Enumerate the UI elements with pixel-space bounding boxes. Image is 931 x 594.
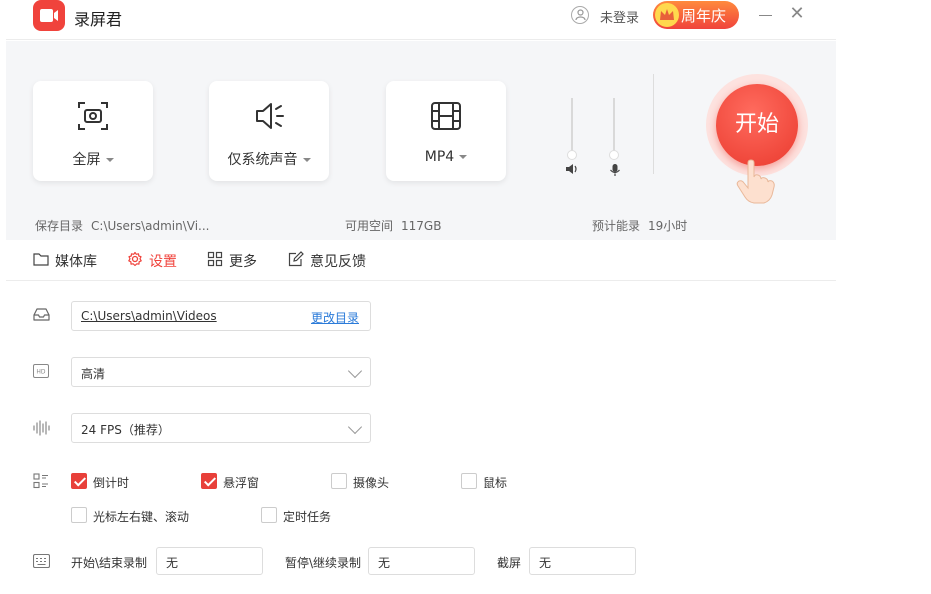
change-directory-link[interactable]: 更改目录 xyxy=(311,309,359,326)
anniversary-label: 周年庆 xyxy=(681,7,727,25)
microphone-icon xyxy=(610,164,620,176)
fps-value: 24 FPS（推荐） xyxy=(81,423,170,437)
panel-divider xyxy=(653,74,654,174)
save-dir-value: C:\Users\admin\Vi... xyxy=(91,219,210,233)
capture-area-label: 全屏 xyxy=(72,152,101,168)
checkbox-box[interactable] xyxy=(71,507,87,523)
chevron-down-icon xyxy=(302,158,311,162)
control-panel: 全屏 仅系统声音 MP4 开始 保存目录 C:\Users\admin\Vi..… xyxy=(6,41,836,240)
grid-icon xyxy=(207,251,223,267)
option-label: 光标左右键、滚动 xyxy=(93,510,190,524)
tab-label: 意见反馈 xyxy=(310,254,366,270)
hotkey-start-stop-input[interactable]: 无 xyxy=(156,547,263,575)
option-label: 悬浮窗 xyxy=(223,476,260,490)
login-status-label[interactable]: 未登录 xyxy=(600,7,639,26)
hd-icon: HD xyxy=(33,364,49,378)
quality-select[interactable]: 高清 xyxy=(71,357,371,387)
app-title: 录屏君 xyxy=(74,10,123,29)
title-bar: 录屏君 未登录 周年庆 ✕ xyxy=(6,0,836,40)
checkbox-box[interactable] xyxy=(331,473,347,489)
checkbox-box[interactable] xyxy=(261,507,277,523)
format-label: MP4 xyxy=(424,149,455,165)
hotkey-pause-resume-input[interactable]: 无 xyxy=(368,547,475,575)
microphone-volume-slider[interactable] xyxy=(609,98,619,160)
free-space-info: 可用空间 117GB xyxy=(345,217,441,234)
format-card[interactable]: MP4 xyxy=(386,81,506,181)
svg-text:HD: HD xyxy=(36,369,46,376)
app-window: 录屏君 未登录 周年庆 ✕ 全屏 仅系统声音 MP4 开始 保存目录 C:\Us… xyxy=(6,0,836,594)
tab-label: 媒体库 xyxy=(55,254,97,270)
quality-value: 高清 xyxy=(81,367,106,381)
free-space-label: 可用空间 xyxy=(345,219,394,233)
hotkey-pause-resume-label: 暂停\继续录制 xyxy=(285,556,362,570)
estimate-label: 预计能录 xyxy=(592,219,641,233)
save-path-value: C:\Users\admin\Videos xyxy=(81,309,217,323)
fps-select[interactable]: 24 FPS（推荐） xyxy=(71,413,371,443)
free-space-value: 117GB xyxy=(401,219,442,233)
audio-source-label: 仅系统声音 xyxy=(227,152,298,168)
save-dir-info: 保存目录 C:\Users\admin\Vi... xyxy=(35,217,210,234)
estimate-info: 预计能录 19小时 xyxy=(592,217,687,234)
user-icon[interactable] xyxy=(571,6,589,24)
capture-area-card[interactable]: 全屏 xyxy=(33,81,153,181)
tab-label: 设置 xyxy=(149,254,177,270)
hotkey-value: 无 xyxy=(378,556,391,570)
save-path-field[interactable]: C:\Users\admin\Videos 更改目录 xyxy=(71,301,371,331)
audio-source-card[interactable]: 仅系统声音 xyxy=(209,81,329,181)
chevron-down-icon xyxy=(347,363,363,379)
checkbox-box[interactable] xyxy=(71,473,87,489)
options-icon xyxy=(33,473,48,489)
chevron-down-icon xyxy=(347,419,363,435)
checkbox-box[interactable] xyxy=(201,473,217,489)
minimize-button[interactable] xyxy=(756,5,776,25)
save-dir-label: 保存目录 xyxy=(35,219,84,233)
film-icon xyxy=(431,102,461,130)
keyboard-icon xyxy=(33,554,50,568)
option-label: 定时任务 xyxy=(283,510,332,524)
hotkey-start-stop-label: 开始\结束录制 xyxy=(71,556,148,570)
anniversary-button[interactable]: 周年庆 xyxy=(653,1,739,29)
hotkey-value: 无 xyxy=(539,556,552,570)
checkbox-box[interactable] xyxy=(461,473,477,489)
app-logo-icon xyxy=(33,0,65,31)
chevron-down-icon xyxy=(459,155,468,159)
slider-knob[interactable] xyxy=(567,150,577,160)
option-label: 倒计时 xyxy=(93,476,130,490)
estimate-value: 19小时 xyxy=(648,219,688,233)
slider-knob[interactable] xyxy=(609,150,619,160)
waveform-icon xyxy=(33,420,50,436)
nav-tabs: 媒体库 设置 更多 意见反馈 xyxy=(6,240,836,281)
hotkey-screenshot-input[interactable]: 无 xyxy=(529,547,636,575)
speaker-icon xyxy=(256,103,284,129)
tab-label: 更多 xyxy=(229,254,257,270)
system-volume-slider[interactable] xyxy=(567,98,577,160)
folder-icon xyxy=(33,253,49,266)
chevron-down-icon xyxy=(105,158,114,162)
hotkey-screenshot-label: 截屏 xyxy=(497,556,522,570)
screen-capture-icon xyxy=(78,102,108,130)
crown-icon xyxy=(655,3,679,27)
start-record-button[interactable]: 开始 xyxy=(716,84,798,166)
option-label: 鼠标 xyxy=(483,476,508,490)
edit-icon xyxy=(288,251,304,267)
inbox-icon xyxy=(33,308,50,321)
pointing-hand-icon xyxy=(736,159,775,204)
hotkey-value: 无 xyxy=(166,556,179,570)
volume-icon xyxy=(566,164,577,174)
close-button[interactable]: ✕ xyxy=(787,4,807,24)
gear-icon xyxy=(128,251,142,267)
option-label: 摄像头 xyxy=(353,476,390,490)
